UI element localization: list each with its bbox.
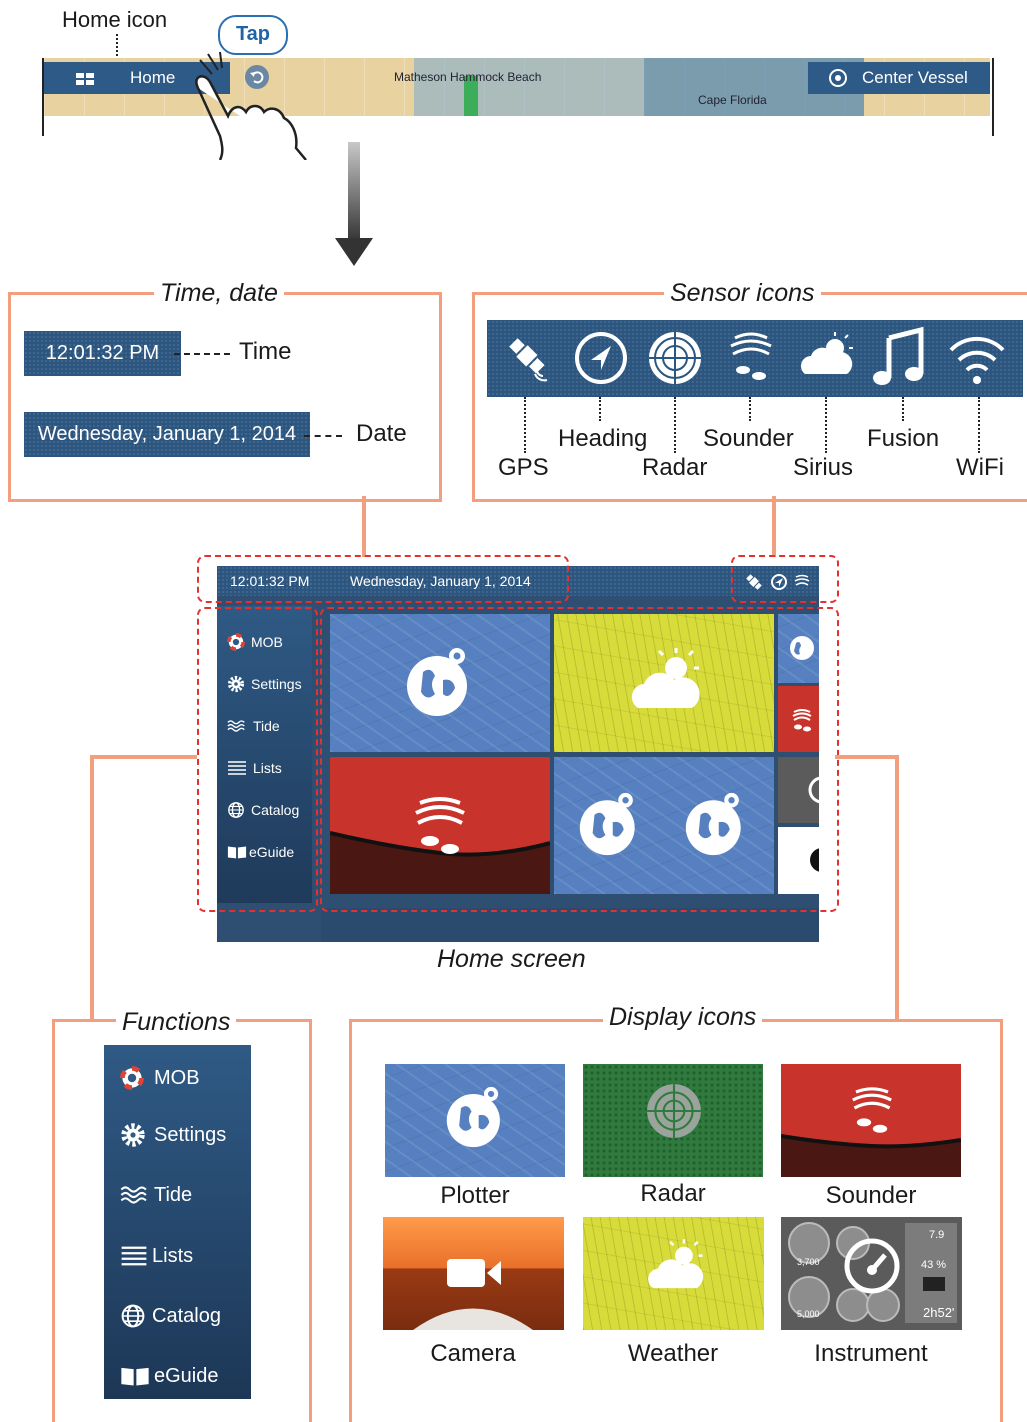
instrument-readout-rpm-2: 5,000 — [797, 1309, 820, 1319]
sensor-label-fusion: Fusion — [867, 425, 940, 452]
fn-lists[interactable]: Lists — [104, 1239, 251, 1273]
sensor-label-heading: Heading — [558, 425, 648, 452]
flow-arrow-icon — [333, 142, 375, 275]
sounder-icon — [852, 1087, 892, 1133]
sirius-weather-icon — [797, 330, 857, 391]
weather-cloud-sun-icon — [648, 1239, 704, 1289]
time-callout-label: Time — [239, 338, 292, 365]
sounder-icon — [721, 328, 781, 393]
sensor-label-radar: Radar — [642, 454, 708, 481]
instrument-readout-fuel: 43 % — [921, 1259, 947, 1271]
tap-label: Tap — [235, 23, 271, 45]
date-pointer — [304, 435, 342, 437]
highlight-sensors — [731, 555, 839, 603]
fn-tide[interactable]: Tide — [104, 1178, 251, 1212]
fn-settings[interactable]: Settings — [104, 1118, 251, 1152]
connector-time-date — [362, 496, 366, 557]
target-icon — [828, 68, 848, 93]
center-vessel-button[interactable]: Center Vessel — [808, 62, 990, 94]
sensor-icon-bar — [487, 320, 1023, 397]
display-label-plotter: Plotter — [440, 1182, 510, 1209]
heading-pointer — [599, 397, 601, 421]
map-label-cape-florida: Cape Florida — [698, 93, 767, 107]
display-label-instrument: Instrument — [814, 1340, 928, 1367]
radar-icon — [647, 1084, 701, 1138]
display-camera-tile[interactable] — [383, 1217, 564, 1330]
functions-title: Functions — [116, 1008, 237, 1036]
display-label-weather: Weather — [627, 1340, 719, 1367]
fn-mob[interactable]: MOB — [104, 1061, 251, 1095]
fn-label: Lists — [152, 1244, 194, 1267]
functions-menu: MOB Settings Tide Lists Catalog eGuide — [104, 1045, 251, 1399]
instrument-readout-rpm-1: 3,700 — [797, 1257, 820, 1267]
wifi-icon — [947, 328, 1007, 393]
gauge-icon — [844, 1238, 900, 1294]
fn-label: MOB — [154, 1066, 200, 1089]
display-instrument-tile[interactable]: 7.9 43 % 2h52' 3,700 5,000 — [781, 1217, 962, 1330]
time-chip: 12:01:32 PM — [24, 331, 181, 376]
highlight-time-date — [197, 555, 569, 603]
list-icon — [121, 1246, 147, 1266]
time-pointer — [174, 353, 230, 355]
date-callout-label: Date — [356, 420, 407, 447]
radar-icon — [647, 330, 703, 391]
fn-label: Settings — [154, 1123, 227, 1146]
time-date-title: Time, date — [154, 279, 284, 307]
fn-label: Catalog — [152, 1304, 221, 1327]
sounder-pointer — [749, 397, 751, 421]
home-screen-caption: Home screen — [437, 945, 586, 973]
connector-sensors — [772, 496, 776, 557]
tapping-hand-icon — [180, 48, 330, 165]
music-note-icon — [871, 326, 927, 395]
fn-label: Tide — [154, 1183, 193, 1206]
sensor-label-sounder: Sounder — [703, 425, 794, 452]
display-icons-title: Display icons — [603, 1003, 763, 1031]
time-date-callout-box — [8, 292, 442, 502]
home-icon-callout: Home icon — [62, 7, 168, 32]
sensor-label-wifi: WiFi — [956, 454, 1004, 481]
wifi-pointer — [978, 397, 980, 453]
highlight-functions — [197, 607, 318, 912]
connector-displays-v — [895, 755, 899, 1021]
connector-functions-h — [90, 755, 197, 759]
sensor-label-sirius: Sirius — [793, 454, 854, 481]
globe-icon — [121, 1304, 145, 1328]
heading-arrow-icon — [573, 330, 629, 391]
display-weather-tile[interactable] — [583, 1217, 764, 1330]
gear-icon — [121, 1123, 145, 1147]
fn-label: eGuide — [154, 1364, 219, 1387]
highlight-displays — [320, 607, 839, 912]
display-radar-tile[interactable] — [583, 1064, 763, 1177]
globe-pin-icon — [446, 1086, 500, 1148]
display-label-camera: Camera — [430, 1340, 516, 1367]
sensor-label-gps: GPS — [498, 454, 549, 481]
instrument-readout-speed: 7.9 — [929, 1229, 945, 1241]
tide-wave-icon — [120, 1186, 147, 1204]
display-sounder-tile[interactable] — [781, 1064, 961, 1177]
home-button-label: Home — [130, 68, 176, 87]
fn-eguide[interactable]: eGuide — [104, 1359, 251, 1393]
lifebuoy-icon — [120, 1066, 144, 1090]
camera-icon — [447, 1259, 501, 1287]
fn-catalog[interactable]: Catalog — [104, 1299, 251, 1333]
connector-functions-v — [90, 755, 94, 1021]
map-label-matheson: Matheson Hammock Beach — [394, 70, 542, 84]
display-label-radar: Radar — [640, 1180, 706, 1207]
display-plotter-tile[interactable] — [385, 1064, 565, 1177]
center-vessel-label: Center Vessel — [862, 68, 968, 87]
connector-displays-h — [835, 755, 899, 759]
instrument-readout-time: 2h52' — [923, 1305, 955, 1320]
fusion-pointer — [902, 397, 904, 421]
home-grid-icon — [76, 72, 94, 90]
sirius-pointer — [825, 397, 827, 453]
display-label-sounder: Sounder — [825, 1182, 917, 1209]
radar-pointer — [674, 397, 676, 453]
book-icon — [121, 1367, 149, 1386]
sensor-icons-title: Sensor icons — [664, 279, 821, 307]
gps-pointer — [524, 397, 526, 453]
gps-satellite-icon — [501, 330, 557, 391]
date-chip: Wednesday, January 1, 2014 — [24, 412, 310, 457]
home-bottom-bar — [321, 908, 819, 942]
